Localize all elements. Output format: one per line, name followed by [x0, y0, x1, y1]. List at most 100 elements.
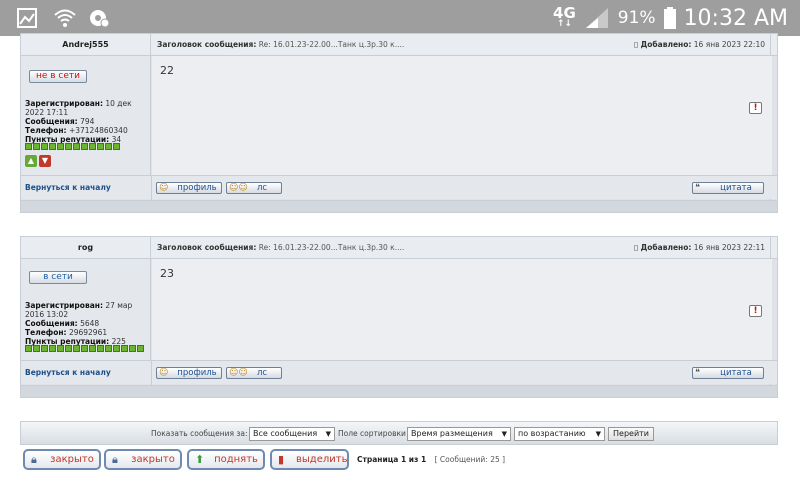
sort-order-select[interactable]: по возрастанию ▼: [514, 427, 605, 441]
profile-button[interactable]: ☺ профиль: [156, 367, 222, 379]
subject-text: Re: 16.01.23-22.00...Танк ц.3р.30 к....: [258, 243, 405, 252]
locked-button-label: закрыто: [131, 454, 175, 465]
thumb-down-icon[interactable]: ▼: [39, 155, 51, 167]
phone-number: 29692961: [68, 328, 108, 337]
show-posts-select[interactable]: Все сообщения ▼: [249, 427, 335, 441]
posted-label: Добавлено:: [640, 40, 692, 49]
messages-label: Сообщения:: [25, 117, 78, 126]
thumb-up-icon[interactable]: ▲: [25, 155, 37, 167]
network-indicator: 4G ↑↓: [553, 6, 576, 29]
locked-topic-button[interactable]: 🔒︎ закрыто: [23, 449, 101, 470]
lock-icon: 🔒︎: [31, 453, 37, 466]
posted-date: 16 янв 2023 22:11: [693, 243, 765, 252]
messages-count: 794: [80, 117, 95, 126]
chevron-down-icon: ▼: [595, 430, 601, 438]
post-link-icon[interactable]: ▯: [634, 243, 638, 252]
quote-button[interactable]: ❝ цитата: [692, 367, 764, 379]
sort-field-select[interactable]: Время размещения ▼: [407, 427, 511, 441]
post-link-icon[interactable]: ▯: [634, 40, 638, 49]
profile-button-label: профиль: [177, 183, 217, 193]
sort-options-bar: Показать сообщения за: Все сообщения ▼ П…: [20, 421, 778, 445]
locked-reply-button[interactable]: 🔒︎ закрыто: [104, 449, 182, 470]
highlight-button-label: выделить: [296, 454, 348, 465]
registered-label: Зарегистрирован:: [25, 99, 103, 108]
bump-button-label: поднять: [214, 454, 258, 465]
post-body: 23 !: [152, 259, 772, 360]
reputation-bar: [25, 143, 120, 150]
posted-label: Добавлено:: [640, 243, 692, 252]
posted-date: 16 янв 2023 22:10: [693, 40, 765, 49]
post-date: ▯ Добавлено: 16 янв 2023 22:11: [634, 237, 765, 259]
pagination-info: Страница 1 из 1 [ Сообщений: 25 ]: [357, 455, 505, 464]
quote-button-label: цитата: [720, 183, 752, 193]
author-profile-panel: в сети Зарегистрирован: 27 мар 2016 13:0…: [21, 259, 151, 360]
post-text: 22: [160, 64, 174, 77]
reputation-vote: ▲ ▼: [25, 155, 51, 167]
phone-label: Телефон:: [25, 126, 67, 135]
post-footer: Вернуться к началу ☺ профиль ☺☺ лс ❝ цит…: [21, 360, 777, 385]
show-posts-label: Показать сообщения за:: [151, 429, 248, 438]
online-status-badge[interactable]: в сети: [29, 271, 87, 284]
messages-count: 5648: [80, 319, 100, 328]
author-details: Зарегистрирован: 10 дек 2022 17:11 Сообщ…: [25, 99, 149, 144]
sync-settings-icon: [90, 10, 110, 28]
show-posts-value: Все сообщения: [253, 429, 318, 438]
post-text: 23: [160, 267, 174, 280]
post-author[interactable]: Andrej555: [21, 34, 151, 56]
author-details: Зарегистрирован: 27 мар 2016 13:02 Сообщ…: [25, 301, 149, 346]
report-icon[interactable]: !: [749, 305, 762, 317]
private-message-button[interactable]: ☺☺ лс: [226, 367, 282, 379]
forum-post: rog Заголовок сообщения: Re: 16.01.23-22…: [20, 236, 778, 398]
post-author[interactable]: rog: [21, 237, 151, 259]
reputation-bar: [25, 345, 144, 352]
messages-label: Сообщения:: [25, 319, 78, 328]
bump-topic-button[interactable]: ⬆ поднять: [187, 449, 265, 470]
phone-label: Телефон:: [25, 328, 67, 337]
lock-icon: 🔒︎: [112, 453, 118, 466]
go-button[interactable]: Перейти: [608, 427, 654, 441]
quote-button-label: цитата: [720, 368, 752, 378]
sort-field-label: Поле сортировки: [338, 429, 406, 438]
user-icon: ☺: [159, 368, 169, 378]
battery-percent: 91%: [617, 8, 656, 28]
page-indicator: Страница 1 из 1: [357, 455, 427, 464]
post-subject: Заголовок сообщения: Re: 16.01.23-22.00.…: [157, 237, 404, 259]
quote-bubble-icon: ❝: [695, 368, 700, 378]
registered-label: Зарегистрирован:: [25, 301, 103, 310]
private-message-button[interactable]: ☺☺ лс: [226, 182, 282, 194]
arrow-up-icon: ⬆: [195, 453, 205, 466]
post-header: rog Заголовок сообщения: Re: 16.01.23-22…: [21, 237, 777, 259]
user-icon: ☺: [159, 183, 169, 193]
offline-status-badge[interactable]: не в сети: [29, 70, 87, 83]
sort-field-value: Время размещения: [411, 429, 493, 438]
profile-button[interactable]: ☺ профиль: [156, 182, 222, 194]
profile-button-label: профиль: [177, 368, 217, 378]
quote-button[interactable]: ❝ цитата: [692, 182, 764, 194]
message-count: [ Сообщений: 25 ]: [434, 455, 506, 464]
bar-chart-icon: ▮: [278, 453, 285, 466]
subject-label: Заголовок сообщения:: [157, 243, 257, 252]
chevron-down-icon: ▼: [325, 430, 331, 438]
subject-label: Заголовок сообщения:: [157, 40, 257, 49]
phone-number: +37124860340: [68, 126, 128, 135]
clock: 10:32 AM: [683, 5, 788, 31]
report-icon[interactable]: !: [749, 102, 762, 114]
signal-icon: [585, 8, 608, 28]
gallery-icon: [17, 8, 37, 28]
battery-icon: [663, 7, 676, 29]
back-to-top-link[interactable]: Вернуться к началу: [25, 361, 111, 385]
pm-button-label: лс: [256, 183, 268, 193]
author-profile-panel: не в сети Зарегистрирован: 10 дек 2022 1…: [21, 56, 151, 175]
highlight-topic-button[interactable]: ▮ выделить: [270, 449, 349, 470]
post-body: 22 !: [152, 56, 772, 175]
quote-bubble-icon: ❝: [695, 183, 700, 193]
locked-button-label: закрыто: [50, 454, 94, 465]
post-date: ▯ Добавлено: 16 янв 2023 22:10: [634, 34, 765, 56]
back-to-top-link[interactable]: Вернуться к началу: [25, 176, 111, 200]
post-subject: Заголовок сообщения: Re: 16.01.23-22.00.…: [157, 34, 404, 56]
sort-order-value: по возрастанию: [518, 429, 586, 438]
forum-post: Andrej555 Заголовок сообщения: Re: 16.01…: [20, 33, 778, 213]
wifi-icon: [54, 9, 76, 27]
chevron-down-icon: ▼: [501, 430, 507, 438]
android-status-bar: 4G ↑↓ 91% 10:32 AM: [0, 0, 800, 36]
